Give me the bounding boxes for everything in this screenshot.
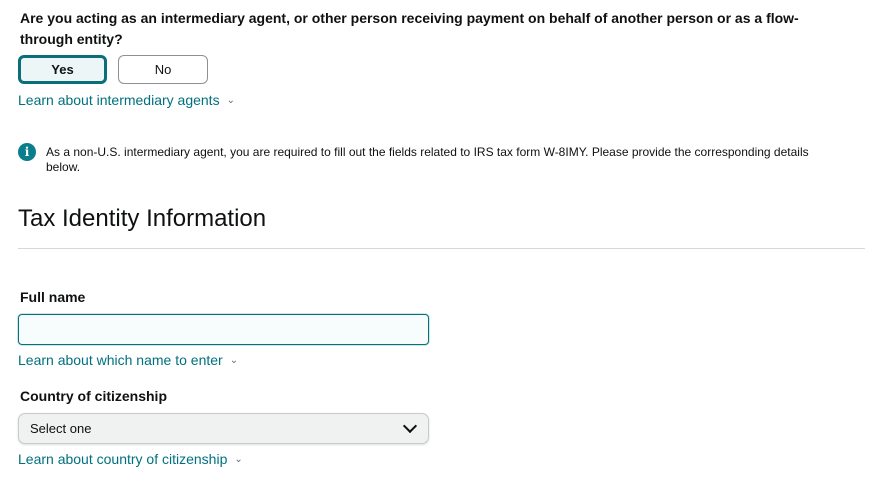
no-button[interactable]: No (118, 55, 208, 84)
info-icon: i (18, 143, 36, 161)
learn-citizenship-link[interactable]: Learn about country of citizenship ⌄ (18, 451, 243, 467)
learn-which-name-label: Learn about which name to enter (18, 352, 223, 368)
section-title: Tax Identity Information (18, 205, 267, 232)
citizenship-label: Country of citizenship (20, 388, 167, 404)
full-name-input[interactable] (18, 314, 429, 345)
intermediary-question: Are you acting as an intermediary agent,… (20, 10, 799, 47)
section-divider (18, 248, 865, 249)
learn-citizenship-label: Learn about country of citizenship (18, 451, 228, 467)
yes-button[interactable]: Yes (18, 55, 107, 84)
chevron-down-icon: ⌄ (234, 453, 243, 465)
info-alert-text: As a non-U.S. intermediary agent, you ar… (46, 145, 809, 174)
learn-intermediary-agents-label: Learn about intermediary agents (18, 92, 220, 108)
chevron-down-icon: ⌄ (229, 354, 239, 366)
chevron-down-icon (402, 418, 418, 434)
citizenship-selected-value: Select one (30, 421, 92, 436)
learn-intermediary-agents-link[interactable]: Learn about intermediary agents ⌄ (18, 92, 235, 108)
citizenship-select[interactable]: Select one (18, 413, 429, 444)
chevron-down-icon: ⌄ (226, 94, 235, 106)
info-alert: i As a non-U.S. intermediary agent, you … (18, 143, 838, 175)
full-name-label: Full name (20, 289, 86, 305)
learn-which-name-link[interactable]: Learn about which name to enter ⌄ (18, 352, 238, 368)
